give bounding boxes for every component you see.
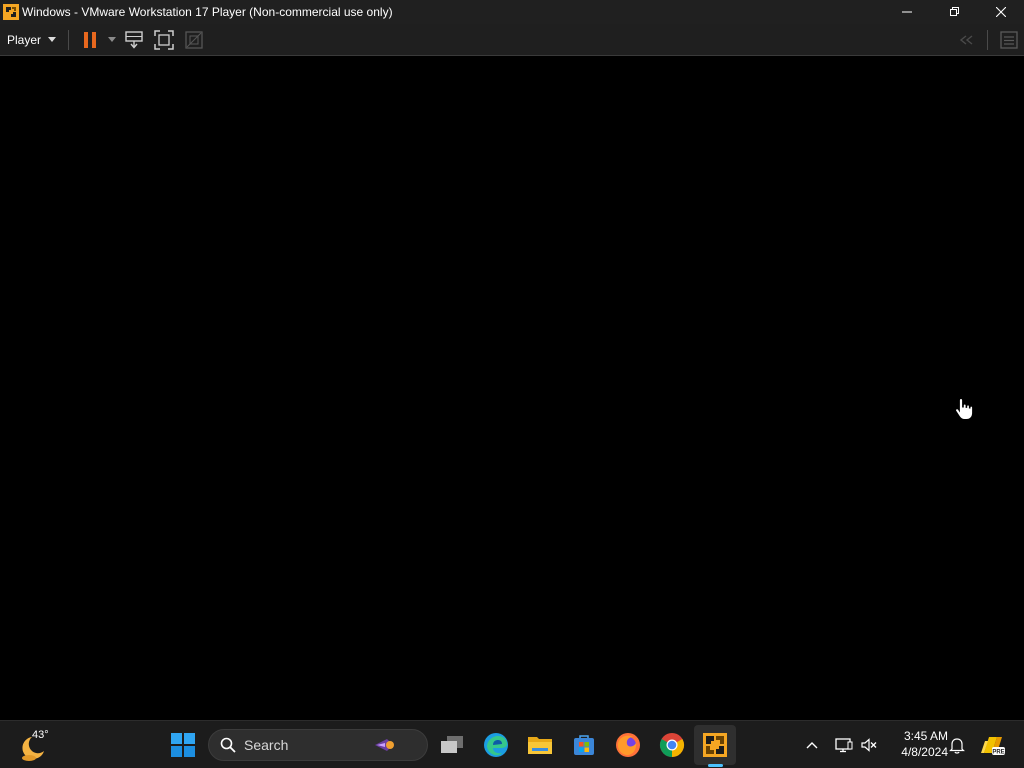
close-icon xyxy=(995,7,1006,17)
send-ctrl-alt-del-icon xyxy=(125,30,143,49)
vmware-player-icon xyxy=(703,733,727,757)
taskbar-search-box[interactable]: Search xyxy=(208,729,428,761)
chevron-up-icon xyxy=(806,742,818,749)
close-button[interactable] xyxy=(977,0,1024,24)
network-icon xyxy=(835,738,853,753)
toolbar-divider xyxy=(987,29,988,50)
chevron-down-icon xyxy=(48,37,57,42)
system-clock[interactable]: 3:45 AM 4/8/2024 xyxy=(886,728,948,760)
svg-text:PRE: PRE xyxy=(992,750,1004,756)
back-arrows-icon xyxy=(959,34,973,45)
copilot-button[interactable]: PRE xyxy=(978,721,1006,768)
library-button[interactable] xyxy=(994,27,1024,53)
hand-pointer-icon xyxy=(955,397,974,420)
full-screen-icon xyxy=(154,29,174,50)
vmware-app-icon xyxy=(3,4,19,20)
pause-button[interactable] xyxy=(75,27,105,53)
notifications-icon xyxy=(949,737,965,754)
search-icon xyxy=(220,737,236,753)
clock-date: 4/8/2024 xyxy=(901,745,948,759)
chrome-taskbar-button[interactable] xyxy=(654,727,690,763)
active-app-indicator xyxy=(708,764,723,767)
vmware-player-taskbar-button[interactable] xyxy=(697,727,733,763)
task-view-icon xyxy=(441,736,463,753)
file-explorer-taskbar-button[interactable] xyxy=(522,727,558,763)
player-menu-label: Player xyxy=(7,32,42,47)
task-view-button[interactable] xyxy=(434,727,470,763)
restore-icon xyxy=(949,7,959,16)
windows-start-icon xyxy=(171,733,195,757)
edge-icon xyxy=(484,733,508,757)
toolbar-divider xyxy=(68,29,70,50)
windows-taskbar: 43° Search 3:45 AM 4/8/2024 PRE xyxy=(0,720,1024,768)
microsoft-store-icon xyxy=(574,735,594,755)
search-label: Search xyxy=(244,737,289,753)
restore-button[interactable] xyxy=(930,0,977,24)
chrome-icon xyxy=(659,733,685,757)
pause-options-dropdown[interactable] xyxy=(105,27,119,53)
full-screen-button[interactable] xyxy=(149,27,179,53)
weather-widget[interactable]: 43° xyxy=(18,727,58,763)
volume-muted-icon xyxy=(861,738,877,752)
unity-icon xyxy=(185,30,203,49)
vm-display-area[interactable] xyxy=(0,56,1024,720)
volume-tray-button[interactable] xyxy=(857,721,881,768)
notifications-button[interactable] xyxy=(945,721,969,768)
unity-button[interactable] xyxy=(179,27,209,53)
chevron-down-icon xyxy=(108,37,117,42)
file-explorer-icon xyxy=(528,737,552,754)
weather-temperature: 43° xyxy=(32,729,49,741)
window-title: Windows - VMware Workstation 17 Player (… xyxy=(22,5,393,19)
send-ctrl-alt-del-button[interactable] xyxy=(119,27,149,53)
library-icon xyxy=(1000,30,1018,49)
edge-taskbar-button[interactable] xyxy=(478,727,514,763)
player-menu-button[interactable]: Player xyxy=(7,27,62,53)
firefox-icon xyxy=(616,733,640,757)
pause-icon xyxy=(84,31,97,48)
copilot-pre-icon: PRE xyxy=(981,737,1005,756)
window-title-bar[interactable]: Windows - VMware Workstation 17 Player (… xyxy=(0,0,1024,24)
start-button[interactable] xyxy=(165,727,201,763)
minimize-icon xyxy=(901,11,912,13)
show-hidden-icons-button[interactable] xyxy=(800,721,824,768)
search-highlight-icon xyxy=(375,739,394,751)
minimize-button[interactable] xyxy=(883,0,930,24)
player-toolbar: Player xyxy=(0,24,1024,56)
firefox-taskbar-button[interactable] xyxy=(610,727,646,763)
back-button[interactable] xyxy=(951,27,981,53)
microsoft-store-taskbar-button[interactable] xyxy=(566,727,602,763)
network-tray-button[interactable] xyxy=(832,721,856,768)
clock-time: 3:45 AM xyxy=(903,729,948,743)
desktop-root: Windows - VMware Workstation 17 Player (… xyxy=(0,0,1024,768)
